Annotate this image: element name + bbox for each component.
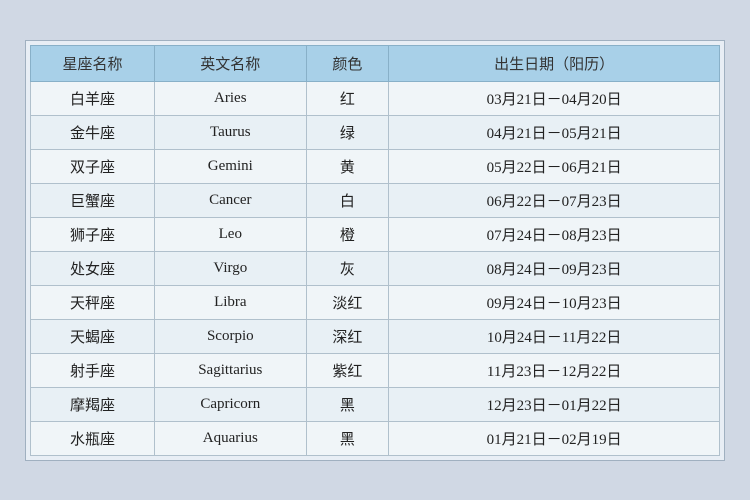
cell-zh-name: 处女座 — [31, 251, 155, 285]
table-row: 金牛座Taurus绿04月21日－05月21日 — [31, 115, 720, 149]
cell-en-name: Aries — [155, 81, 307, 115]
table-row: 双子座Gemini黄05月22日－06月21日 — [31, 149, 720, 183]
cell-date: 10月24日－11月22日 — [389, 319, 720, 353]
cell-color: 红 — [306, 81, 389, 115]
cell-en-name: Libra — [155, 285, 307, 319]
cell-zh-name: 天蝎座 — [31, 319, 155, 353]
table-header-row: 星座名称 英文名称 颜色 出生日期（阳历） — [31, 45, 720, 81]
cell-date: 04月21日－05月21日 — [389, 115, 720, 149]
cell-date: 08月24日－09月23日 — [389, 251, 720, 285]
table-row: 巨蟹座Cancer白06月22日－07月23日 — [31, 183, 720, 217]
cell-zh-name: 水瓶座 — [31, 421, 155, 455]
table-row: 摩羯座Capricorn黑12月23日－01月22日 — [31, 387, 720, 421]
header-en-name: 英文名称 — [155, 45, 307, 81]
table-row: 天蝎座Scorpio深红10月24日－11月22日 — [31, 319, 720, 353]
cell-date: 06月22日－07月23日 — [389, 183, 720, 217]
cell-date: 05月22日－06月21日 — [389, 149, 720, 183]
cell-zh-name: 摩羯座 — [31, 387, 155, 421]
table-row: 水瓶座Aquarius黑01月21日－02月19日 — [31, 421, 720, 455]
cell-en-name: Gemini — [155, 149, 307, 183]
cell-date: 12月23日－01月22日 — [389, 387, 720, 421]
cell-en-name: Sagittarius — [155, 353, 307, 387]
zodiac-table: 星座名称 英文名称 颜色 出生日期（阳历） 白羊座Aries红03月21日－04… — [30, 45, 720, 456]
cell-en-name: Capricorn — [155, 387, 307, 421]
zodiac-table-container: 星座名称 英文名称 颜色 出生日期（阳历） 白羊座Aries红03月21日－04… — [25, 40, 725, 461]
cell-date: 07月24日－08月23日 — [389, 217, 720, 251]
cell-zh-name: 双子座 — [31, 149, 155, 183]
cell-en-name: Leo — [155, 217, 307, 251]
cell-color: 黄 — [306, 149, 389, 183]
cell-zh-name: 巨蟹座 — [31, 183, 155, 217]
cell-color: 黑 — [306, 387, 389, 421]
header-zh-name: 星座名称 — [31, 45, 155, 81]
cell-color: 绿 — [306, 115, 389, 149]
cell-color: 白 — [306, 183, 389, 217]
cell-zh-name: 天秤座 — [31, 285, 155, 319]
table-row: 白羊座Aries红03月21日－04月20日 — [31, 81, 720, 115]
cell-en-name: Virgo — [155, 251, 307, 285]
cell-date: 11月23日－12月22日 — [389, 353, 720, 387]
table-row: 天秤座Libra淡红09月24日－10月23日 — [31, 285, 720, 319]
table-row: 狮子座Leo橙07月24日－08月23日 — [31, 217, 720, 251]
cell-color: 紫红 — [306, 353, 389, 387]
cell-color: 灰 — [306, 251, 389, 285]
table-row: 处女座Virgo灰08月24日－09月23日 — [31, 251, 720, 285]
cell-date: 01月21日－02月19日 — [389, 421, 720, 455]
cell-en-name: Cancer — [155, 183, 307, 217]
cell-date: 09月24日－10月23日 — [389, 285, 720, 319]
table-row: 射手座Sagittarius紫红11月23日－12月22日 — [31, 353, 720, 387]
cell-zh-name: 金牛座 — [31, 115, 155, 149]
cell-en-name: Scorpio — [155, 319, 307, 353]
cell-color: 淡红 — [306, 285, 389, 319]
cell-zh-name: 射手座 — [31, 353, 155, 387]
cell-zh-name: 白羊座 — [31, 81, 155, 115]
cell-color: 深红 — [306, 319, 389, 353]
cell-color: 黑 — [306, 421, 389, 455]
header-color: 颜色 — [306, 45, 389, 81]
header-date: 出生日期（阳历） — [389, 45, 720, 81]
cell-en-name: Taurus — [155, 115, 307, 149]
cell-en-name: Aquarius — [155, 421, 307, 455]
cell-date: 03月21日－04月20日 — [389, 81, 720, 115]
cell-zh-name: 狮子座 — [31, 217, 155, 251]
cell-color: 橙 — [306, 217, 389, 251]
